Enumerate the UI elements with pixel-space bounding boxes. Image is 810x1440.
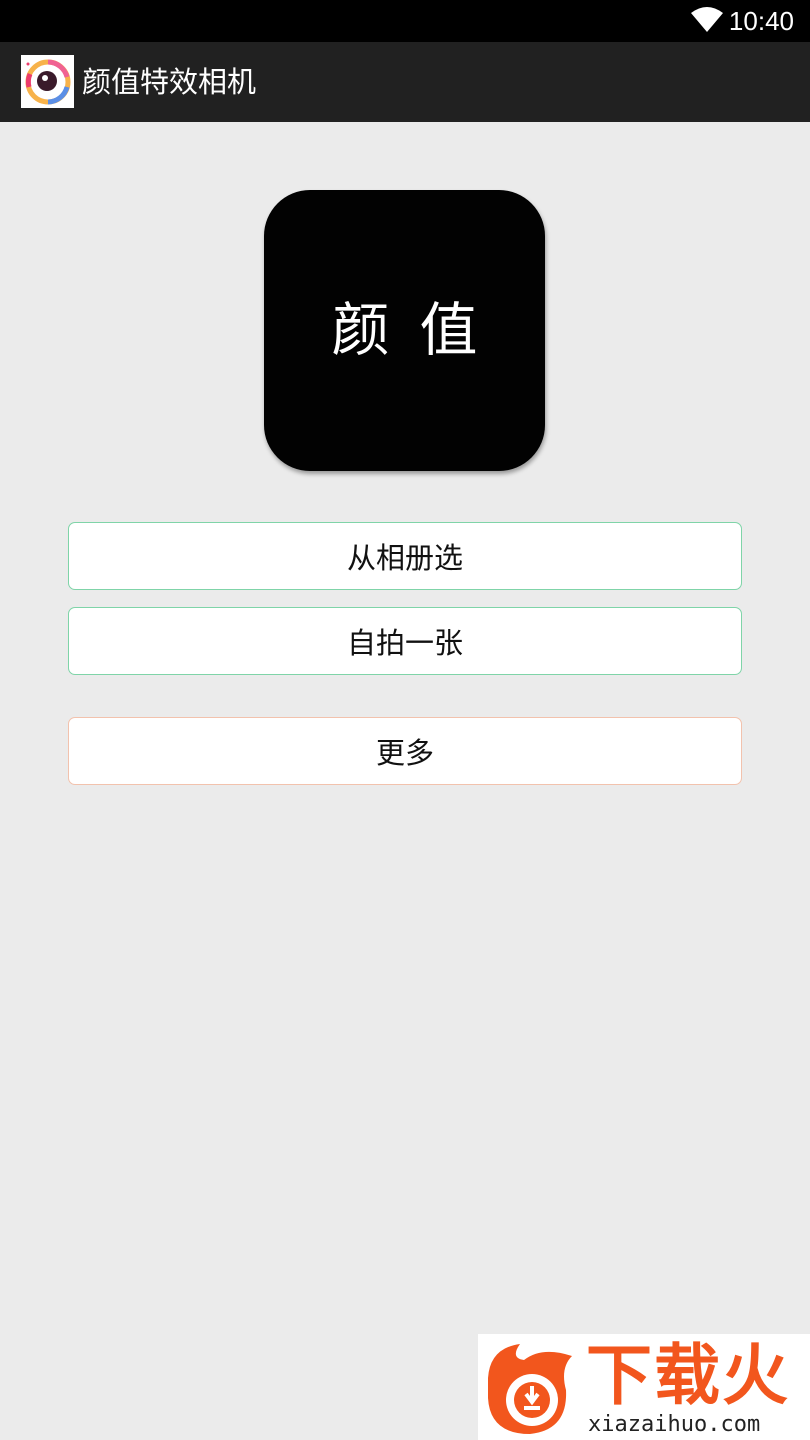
take-selfie-button[interactable]: 自拍一张 [68,607,742,675]
watermark-logo: 下载火 xiazaihuo.com [478,1334,810,1440]
camera-lens-icon[interactable] [21,55,74,108]
status-bar: 10:40 [0,0,810,42]
more-button[interactable]: 更多 [68,717,742,785]
wifi-icon [691,7,723,32]
app-title: 颜值特效相机 [82,65,257,99]
status-time: 10:40 [728,6,794,36]
logo-text: 颜值 [331,296,508,364]
app-logo: 颜值 [264,190,545,471]
flame-download-icon [488,1344,572,1434]
action-bar: 颜值特效相机 [0,42,810,122]
watermark-url: xiazaihuo.com [588,1412,761,1437]
watermark-brand: 下载火 [586,1337,790,1414]
choose-from-album-button[interactable]: 从相册选 [68,522,742,590]
